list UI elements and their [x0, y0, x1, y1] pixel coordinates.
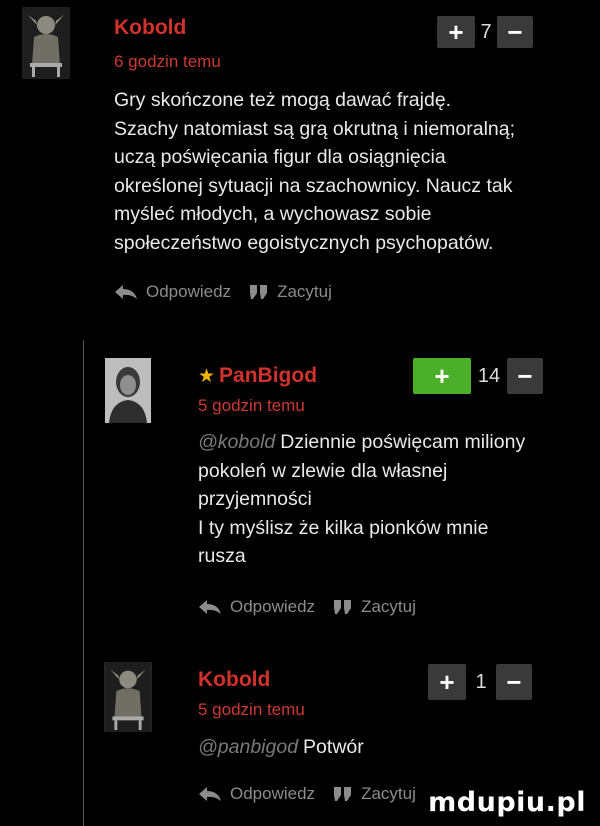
- goblin-avatar-icon[interactable]: [104, 662, 152, 732]
- quote-button[interactable]: Zacytuj: [249, 282, 332, 302]
- reply-button[interactable]: Odpowiedz: [198, 597, 315, 617]
- vote-score: 7: [480, 20, 492, 43]
- reply-arrow-icon: [114, 284, 138, 300]
- comment-actions: Odpowiedz Zacytuj: [198, 784, 434, 804]
- user-mention[interactable]: @panbigod: [198, 736, 298, 758]
- reply-label: Odpowiedz: [230, 597, 316, 616]
- quote-label: Zacytuj: [277, 282, 332, 301]
- comment-line: rusza: [198, 545, 246, 567]
- comment-author[interactable]: Kobold: [198, 668, 270, 692]
- comment-body: Gry skończone też mogą dawać frajdę. Sza…: [114, 86, 594, 257]
- watermark-logo: mdupiu.pl: [420, 785, 594, 822]
- comment-line: Szachy natomiast są grą okrutną i niemor…: [114, 117, 516, 140]
- quote-icon: [249, 284, 269, 300]
- comment-line: myśleć młodych, a wychowasz sobie: [114, 203, 432, 225]
- quote-icon: [333, 599, 353, 615]
- quote-label: Zacytuj: [361, 784, 416, 803]
- upvote-button[interactable]: +: [413, 358, 471, 394]
- reply-arrow-icon: [198, 599, 222, 615]
- comment-line: I ty myślisz że kilka pionków mnie: [198, 516, 489, 539]
- upvote-button[interactable]: +: [437, 16, 475, 48]
- comment-line: określonej sytuacji na szachownicy. Nauc…: [114, 174, 513, 197]
- quote-button[interactable]: Zacytuj: [333, 597, 416, 617]
- goblin-avatar-icon[interactable]: [22, 7, 70, 79]
- vote-score: 1: [475, 670, 487, 693]
- reply-button[interactable]: Odpowiedz: [114, 282, 231, 302]
- comment-line: przyjemności: [198, 488, 312, 510]
- comment-line: społeczeństwo egoistycznych psychopatów.: [114, 231, 494, 254]
- comment-line: @kobold Dziennie poświęcam miliony: [198, 431, 526, 453]
- portrait-avatar-icon[interactable]: [105, 358, 151, 423]
- reply-label: Odpowiedz: [230, 784, 316, 803]
- downvote-button[interactable]: −: [497, 16, 533, 48]
- comment-line: pokoleń w zlewie dla własnej: [198, 459, 448, 482]
- comment-author[interactable]: ★ PanBigod: [198, 364, 317, 388]
- downvote-button[interactable]: −: [496, 664, 532, 700]
- comment-line: uczą poświęcania figur dla osiągnięcia: [114, 146, 446, 168]
- downvote-button[interactable]: −: [507, 358, 543, 394]
- comment-timestamp: 5 godzin temu: [198, 396, 305, 415]
- vote-widget: + 14 −: [413, 358, 543, 394]
- comment-timestamp: 5 godzin temu: [198, 700, 305, 719]
- comment-actions: Odpowiedz Zacytuj: [114, 282, 350, 302]
- quote-button[interactable]: Zacytuj: [333, 784, 416, 804]
- reply-thread-line: [83, 340, 84, 826]
- author-name: PanBigod: [219, 364, 318, 387]
- star-icon: ★: [198, 366, 216, 387]
- comment-author[interactable]: Kobold: [114, 16, 186, 40]
- comment-line: Gry skończone też mogą dawać frajdę.: [114, 89, 452, 111]
- comment-body: @panbigod Potwór: [198, 733, 588, 762]
- user-mention[interactable]: @kobold: [198, 431, 275, 453]
- comment-actions: Odpowiedz Zacytuj: [198, 597, 434, 617]
- quote-icon: [333, 786, 353, 802]
- vote-widget: + 7 −: [437, 16, 533, 48]
- upvote-button[interactable]: +: [428, 664, 466, 700]
- vote-score: 14: [477, 364, 501, 387]
- comment-body: @kobold Dziennie poświęcam miliony pokole…: [198, 428, 598, 571]
- quote-label: Zacytuj: [361, 597, 416, 616]
- comment-line: @panbigod Potwór: [198, 736, 364, 758]
- reply-arrow-icon: [198, 786, 222, 802]
- vote-widget: + 1 −: [428, 664, 532, 700]
- comment-timestamp: 6 godzin temu: [114, 52, 221, 71]
- reply-label: Odpowiedz: [146, 282, 232, 301]
- reply-button[interactable]: Odpowiedz: [198, 784, 315, 804]
